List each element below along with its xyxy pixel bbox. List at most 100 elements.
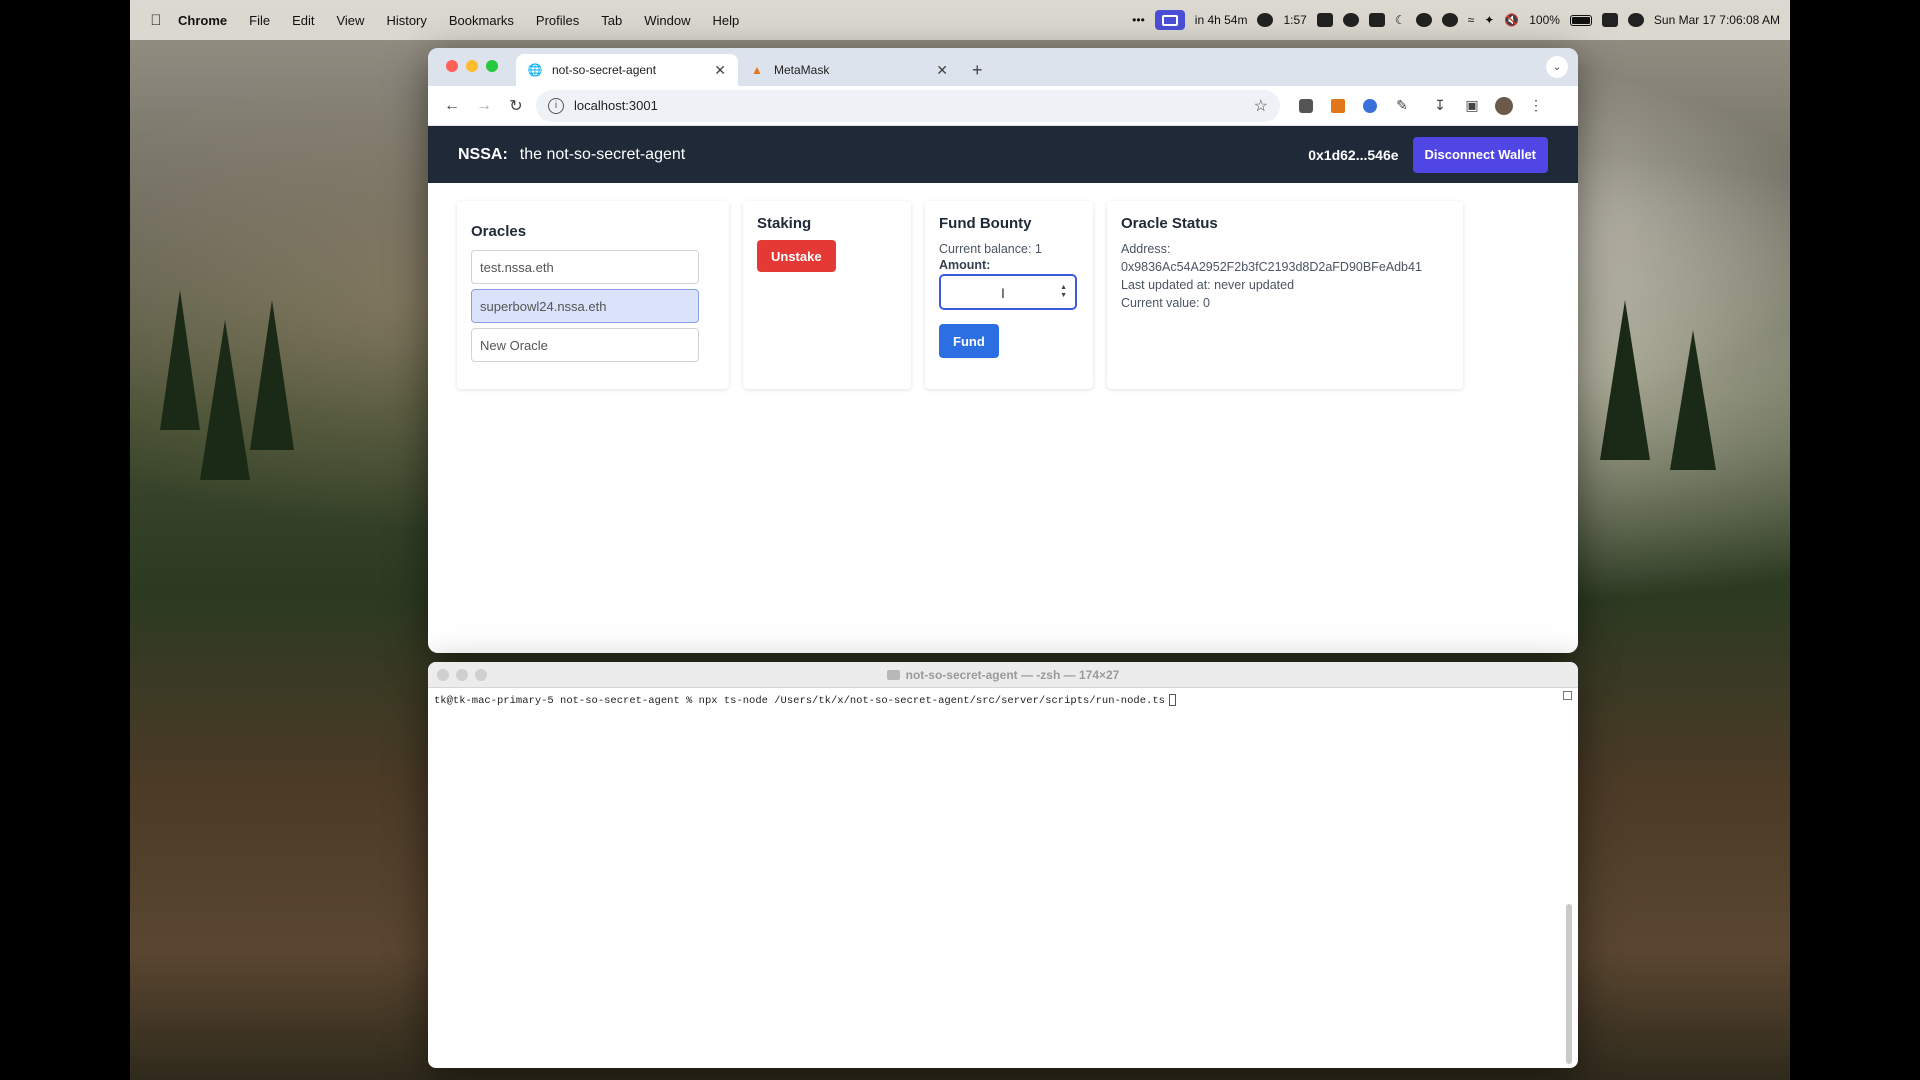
user-icon[interactable] — [1441, 13, 1458, 27]
app-brand: NSSA: — [458, 145, 508, 163]
control-center-icon[interactable] — [1601, 13, 1618, 27]
oracle-address: 0x9836Ac54A2952F2b3fC2193d8D2aFD90BFeAdb… — [1121, 260, 1422, 274]
terminal-command-line: tk@tk-mac-primary-5 not-so-secret-agent … — [434, 694, 1165, 707]
wallet-address: 0x1d62...546e — [1308, 146, 1399, 163]
terminal-title: not-so-secret-agent — -zsh — 174×27 — [905, 667, 1120, 682]
extensions-puzzle-icon[interactable]: ✎ — [1386, 90, 1418, 122]
amount-field[interactable]: I ▲ ▼ — [939, 274, 1077, 310]
new-oracle-input[interactable] — [471, 328, 699, 362]
bluetooth-icon[interactable]: ✦ — [1484, 13, 1494, 27]
menu-file[interactable]: File — [249, 13, 270, 28]
tree-decoration — [1600, 300, 1650, 460]
clock[interactable]: Sun Mar 17 7:06:08 AM — [1654, 13, 1780, 27]
download-icon[interactable]: ↧ — [1424, 90, 1456, 122]
fund-bounty-card: Fund Bounty Current balance: 1 Amount: I… — [925, 201, 1093, 389]
close-tab-icon[interactable]: ✕ — [714, 62, 726, 79]
staking-card: Staking Unstake — [743, 201, 911, 389]
staking-title: Staking — [757, 215, 812, 232]
folder-icon — [886, 669, 900, 680]
reload-icon[interactable]: ↻ — [500, 90, 532, 122]
screen-share-icon[interactable] — [1154, 10, 1185, 30]
menu-bookmarks[interactable]: Bookmarks — [449, 13, 514, 28]
minimize-window-button[interactable] — [466, 60, 478, 72]
terminal-window-controls — [437, 669, 487, 681]
cloud-icon[interactable] — [1342, 13, 1359, 27]
menu-window[interactable]: Window — [644, 13, 690, 28]
menu-edit[interactable]: Edit — [292, 13, 314, 28]
tab-search-chevron-icon[interactable]: ⌄ — [1546, 56, 1568, 78]
menu-help[interactable]: Help — [713, 13, 740, 28]
wifi-icon[interactable]: ≈ — [1468, 13, 1475, 27]
shield-extension-icon[interactable] — [1290, 90, 1322, 122]
menu-profiles[interactable]: Profiles — [536, 13, 579, 28]
zoom-window-button[interactable] — [486, 60, 498, 72]
forward-arrow-icon[interactable]: → — [468, 90, 500, 122]
bookmark-star-icon[interactable]: ☆ — [1254, 96, 1268, 116]
terminal-window: not-so-secret-agent — -zsh — 174×27 tk@t… — [428, 662, 1578, 1068]
terminal-body[interactable]: tk@tk-mac-primary-5 not-so-secret-agent … — [428, 688, 1578, 713]
menu-app-name[interactable]: Chrome — [178, 13, 227, 28]
menu-view[interactable]: View — [336, 13, 364, 28]
tree-decoration — [1670, 330, 1716, 470]
tab-not-so-secret-agent[interactable]: 🌐 not-so-secret-agent ✕ — [516, 54, 738, 86]
oracle-item[interactable]: test.nssa.eth — [471, 250, 699, 284]
tab-metamask[interactable]: ▲ MetaMask ✕ — [738, 54, 960, 86]
fund-bounty-title: Fund Bounty — [939, 215, 1032, 232]
scrollbar-thumb[interactable] — [1566, 904, 1572, 1064]
dropbox-icon[interactable] — [1368, 13, 1385, 27]
battery-percent: 100% — [1529, 13, 1560, 27]
record-icon[interactable] — [1257, 13, 1274, 27]
back-arrow-icon[interactable]: ← — [436, 90, 468, 122]
menu-history[interactable]: History — [386, 13, 426, 28]
metamask-fox-icon: ▲ — [751, 63, 763, 77]
oracle-item-selected[interactable]: superbowl24.nssa.eth — [471, 289, 699, 323]
close-window-button[interactable] — [446, 60, 458, 72]
oracle-status-title: Oracle Status — [1121, 215, 1218, 232]
tree-decoration — [160, 290, 200, 430]
shield-icon[interactable] — [1316, 13, 1333, 27]
contrast-icon[interactable] — [1415, 13, 1432, 27]
text-cursor-icon: I — [1001, 285, 1005, 301]
side-panel-icon[interactable]: ▣ — [1456, 90, 1488, 122]
profile-avatar[interactable] — [1488, 90, 1520, 122]
terminal-titlebar: not-so-secret-agent — -zsh — 174×27 — [428, 662, 1578, 688]
tree-decoration — [250, 300, 294, 450]
desktop:  Chrome File Edit View History Bookmark… — [130, 0, 1790, 1080]
moon-icon[interactable]: ☾ — [1395, 13, 1406, 27]
record-time: 1:57 — [1283, 13, 1307, 27]
oracles-card: Oracles test.nssa.eth superbowl24.nssa.e… — [457, 201, 729, 389]
more-icon[interactable]: ••• — [1132, 13, 1145, 27]
browser-window: 🌐 not-so-secret-agent ✕ ▲ MetaMask ✕ + ⌄… — [428, 48, 1578, 653]
terminal-scrollbar[interactable] — [1562, 688, 1572, 1068]
amount-input[interactable] — [941, 276, 1075, 308]
app-header: NSSA: the not-so-secret-agent 0x1d62...5… — [428, 126, 1578, 183]
metamask-extension-icon[interactable] — [1322, 90, 1354, 122]
terminal-zoom-button[interactable] — [475, 669, 487, 681]
new-tab-button[interactable]: + — [960, 54, 995, 86]
tree-decoration — [200, 320, 250, 480]
close-tab-icon[interactable]: ✕ — [936, 62, 948, 79]
fund-button[interactable]: Fund — [939, 324, 999, 358]
address-label: Address: — [1121, 242, 1171, 256]
calendar-timer[interactable]: in 4h 54m — [1195, 13, 1248, 27]
apple-icon[interactable]:  — [148, 12, 164, 29]
tab-title: MetaMask — [774, 63, 830, 77]
browser-toolbar: ← → ↻ i localhost:3001 ☆ ✎ ↧ ▣ ⋮ — [428, 86, 1578, 126]
site-info-icon[interactable]: i — [548, 97, 564, 114]
battery-icon[interactable] — [1569, 14, 1592, 26]
app-tagline: the not-so-secret-agent — [519, 145, 686, 163]
password-extension-icon[interactable] — [1354, 90, 1386, 122]
unstake-button[interactable]: Unstake — [757, 240, 836, 272]
stepper-arrows-icon[interactable]: ▲ ▼ — [1060, 284, 1067, 300]
mute-icon[interactable]: 🔇 — [1504, 13, 1519, 27]
siri-icon[interactable] — [1627, 13, 1644, 27]
kebab-menu-icon[interactable]: ⋮ — [1520, 90, 1552, 122]
address-bar[interactable]: i localhost:3001 ☆ — [536, 89, 1280, 122]
terminal-close-button[interactable] — [437, 669, 449, 681]
scroll-marker-icon[interactable] — [1563, 691, 1572, 700]
app-content: Oracles test.nssa.eth superbowl24.nssa.e… — [428, 183, 1578, 613]
terminal-minimize-button[interactable] — [456, 669, 468, 681]
disconnect-wallet-button[interactable]: Disconnect Wallet — [1412, 136, 1548, 173]
tab-strip: 🌐 not-so-secret-agent ✕ ▲ MetaMask ✕ + ⌄ — [428, 48, 1578, 86]
menu-tab[interactable]: Tab — [601, 13, 622, 28]
